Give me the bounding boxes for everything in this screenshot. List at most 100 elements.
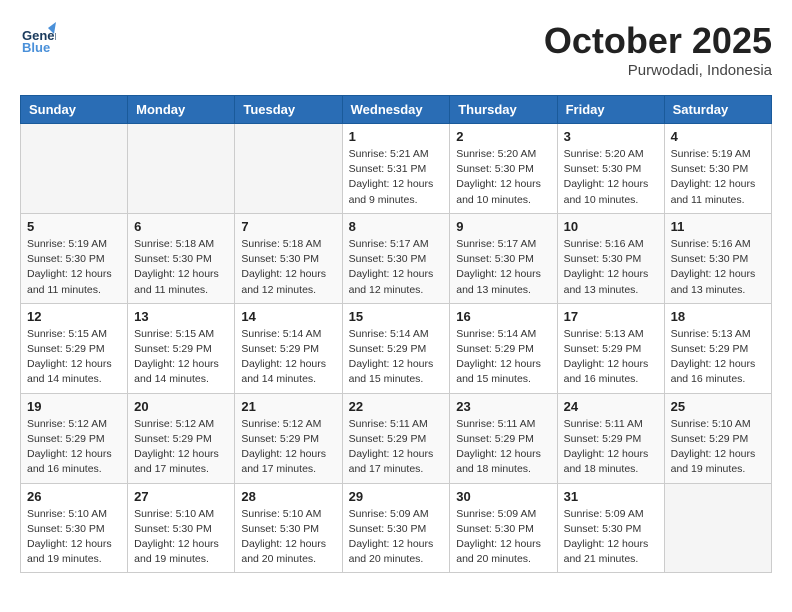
weekday-header-saturday: Saturday — [664, 96, 771, 124]
day-number: 5 — [27, 219, 121, 234]
location: Purwodadi, Indonesia — [544, 62, 772, 79]
weekday-header-wednesday: Wednesday — [342, 96, 450, 124]
day-number: 28 — [241, 489, 335, 504]
day-info: Sunrise: 5:11 AMSunset: 5:29 PMDaylight:… — [456, 417, 550, 478]
page-header: General Blue October 2025 Purwodadi, Ind… — [20, 20, 772, 79]
day-info: Sunrise: 5:19 AMSunset: 5:30 PMDaylight:… — [671, 147, 765, 208]
day-info: Sunrise: 5:13 AMSunset: 5:29 PMDaylight:… — [671, 327, 765, 388]
day-info: Sunrise: 5:21 AMSunset: 5:31 PMDaylight:… — [349, 147, 444, 208]
calendar-day-cell: 14 Sunrise: 5:14 AMSunset: 5:29 PMDayligh… — [235, 303, 342, 393]
day-info: Sunrise: 5:09 AMSunset: 5:30 PMDaylight:… — [456, 507, 550, 568]
day-info: Sunrise: 5:20 AMSunset: 5:30 PMDaylight:… — [456, 147, 550, 208]
calendar-day-cell: 7Sunrise: 5:18 AMSunset: 5:30 PMDaylight… — [235, 213, 342, 303]
day-number: 20 — [134, 399, 228, 414]
title-block: October 2025 Purwodadi, Indonesia — [544, 20, 772, 79]
calendar-day-cell: 27Sunrise: 5:10 AMSunset: 5:30 PMDayligh… — [128, 483, 235, 573]
logo-icon: General Blue — [20, 20, 56, 56]
day-info: Sunrise: 5:09 AMSunset: 5:30 PMDaylight:… — [564, 507, 658, 568]
day-info: Sunrise: 5:17 AMSunset: 5:30 PMDaylight:… — [349, 237, 444, 298]
calendar-day-cell: 30 Sunrise: 5:09 AMSunset: 5:30 PMDayligh… — [450, 483, 557, 573]
calendar-day-cell: 22 Sunrise: 5:11 AMSunset: 5:29 PMDayligh… — [342, 393, 450, 483]
day-number: 22 — [349, 399, 444, 414]
day-number: 21 — [241, 399, 335, 414]
calendar-week-row: 1 Sunrise: 5:21 AMSunset: 5:31 PMDaylight… — [21, 124, 772, 214]
day-info: Sunrise: 5:12 AMSunset: 5:29 PMDaylight:… — [241, 417, 335, 478]
weekday-header-monday: Monday — [128, 96, 235, 124]
day-info: Sunrise: 5:10 AMSunset: 5:30 PMDaylight:… — [241, 507, 335, 568]
calendar-week-row: 12 Sunrise: 5:15 AMSunset: 5:29 PMDayligh… — [21, 303, 772, 393]
calendar-day-cell: 13Sunrise: 5:15 AMSunset: 5:29 PMDayligh… — [128, 303, 235, 393]
calendar-day-cell — [21, 124, 128, 214]
weekday-header-row: SundayMondayTuesdayWednesdayThursdayFrid… — [21, 96, 772, 124]
calendar-week-row: 5Sunrise: 5:19 AMSunset: 5:30 PMDaylight… — [21, 213, 772, 303]
weekday-header-friday: Friday — [557, 96, 664, 124]
calendar-day-cell: 10Sunrise: 5:16 AMSunset: 5:30 PMDayligh… — [557, 213, 664, 303]
day-info: Sunrise: 5:14 AMSunset: 5:29 PMDaylight:… — [241, 327, 335, 388]
day-info: Sunrise: 5:11 AMSunset: 5:29 PMDaylight:… — [349, 417, 444, 478]
day-info: Sunrise: 5:18 AMSunset: 5:30 PMDaylight:… — [134, 237, 228, 298]
calendar-day-cell: 4 Sunrise: 5:19 AMSunset: 5:30 PMDaylight… — [664, 124, 771, 214]
calendar-day-cell: 28 Sunrise: 5:10 AMSunset: 5:30 PMDayligh… — [235, 483, 342, 573]
calendar-day-cell: 17Sunrise: 5:13 AMSunset: 5:29 PMDayligh… — [557, 303, 664, 393]
day-number: 4 — [671, 129, 765, 144]
calendar-week-row: 26 Sunrise: 5:10 AMSunset: 5:30 PMDayligh… — [21, 483, 772, 573]
calendar-day-cell: 5Sunrise: 5:19 AMSunset: 5:30 PMDaylight… — [21, 213, 128, 303]
calendar-day-cell: 3 Sunrise: 5:20 AMSunset: 5:30 PMDaylight… — [557, 124, 664, 214]
day-info: Sunrise: 5:13 AMSunset: 5:29 PMDaylight:… — [564, 327, 658, 388]
day-info: Sunrise: 5:15 AMSunset: 5:29 PMDaylight:… — [27, 327, 121, 388]
calendar-day-cell: 19Sunrise: 5:12 AMSunset: 5:29 PMDayligh… — [21, 393, 128, 483]
svg-text:Blue: Blue — [22, 40, 50, 55]
calendar-day-cell — [235, 124, 342, 214]
weekday-header-sunday: Sunday — [21, 96, 128, 124]
calendar-day-cell: 11Sunrise: 5:16 AMSunset: 5:30 PMDayligh… — [664, 213, 771, 303]
day-info: Sunrise: 5:16 AMSunset: 5:30 PMDaylight:… — [564, 237, 658, 298]
calendar-day-cell: 20 Sunrise: 5:12 AMSunset: 5:29 PMDayligh… — [128, 393, 235, 483]
day-number: 1 — [349, 129, 444, 144]
calendar-day-cell: 21 Sunrise: 5:12 AMSunset: 5:29 PMDayligh… — [235, 393, 342, 483]
calendar-day-cell: 26 Sunrise: 5:10 AMSunset: 5:30 PMDayligh… — [21, 483, 128, 573]
weekday-header-tuesday: Tuesday — [235, 96, 342, 124]
calendar-day-cell: 18 Sunrise: 5:13 AMSunset: 5:29 PMDayligh… — [664, 303, 771, 393]
day-number: 2 — [456, 129, 550, 144]
calendar-day-cell: 12 Sunrise: 5:15 AMSunset: 5:29 PMDayligh… — [21, 303, 128, 393]
day-number: 26 — [27, 489, 121, 504]
day-info: Sunrise: 5:20 AMSunset: 5:30 PMDaylight:… — [564, 147, 658, 208]
day-number: 31 — [564, 489, 658, 504]
day-number: 24 — [564, 399, 658, 414]
calendar-day-cell: 15 Sunrise: 5:14 AMSunset: 5:29 PMDayligh… — [342, 303, 450, 393]
day-number: 25 — [671, 399, 765, 414]
calendar-day-cell: 25Sunrise: 5:10 AMSunset: 5:29 PMDayligh… — [664, 393, 771, 483]
day-info: Sunrise: 5:12 AMSunset: 5:29 PMDaylight:… — [134, 417, 228, 478]
day-number: 12 — [27, 309, 121, 324]
day-info: Sunrise: 5:11 AMSunset: 5:29 PMDaylight:… — [564, 417, 658, 478]
day-info: Sunrise: 5:10 AMSunset: 5:30 PMDaylight:… — [27, 507, 121, 568]
day-info: Sunrise: 5:16 AMSunset: 5:30 PMDaylight:… — [671, 237, 765, 298]
calendar-day-cell — [128, 124, 235, 214]
calendar-day-cell: 16 Sunrise: 5:14 AMSunset: 5:29 PMDayligh… — [450, 303, 557, 393]
calendar-day-cell: 1 Sunrise: 5:21 AMSunset: 5:31 PMDaylight… — [342, 124, 450, 214]
logo: General Blue — [20, 20, 60, 56]
calendar-day-cell: 29Sunrise: 5:09 AMSunset: 5:30 PMDayligh… — [342, 483, 450, 573]
calendar-table: SundayMondayTuesdayWednesdayThursdayFrid… — [20, 95, 772, 573]
calendar-day-cell: 31 Sunrise: 5:09 AMSunset: 5:30 PMDayligh… — [557, 483, 664, 573]
day-number: 14 — [241, 309, 335, 324]
day-number: 27 — [134, 489, 228, 504]
day-info: Sunrise: 5:14 AMSunset: 5:29 PMDaylight:… — [349, 327, 444, 388]
day-number: 6 — [134, 219, 228, 234]
day-info: Sunrise: 5:17 AMSunset: 5:30 PMDaylight:… — [456, 237, 550, 298]
day-info: Sunrise: 5:14 AMSunset: 5:29 PMDaylight:… — [456, 327, 550, 388]
day-info: Sunrise: 5:12 AMSunset: 5:29 PMDaylight:… — [27, 417, 121, 478]
day-number: 29 — [349, 489, 444, 504]
calendar-day-cell: 23 Sunrise: 5:11 AMSunset: 5:29 PMDayligh… — [450, 393, 557, 483]
calendar-day-cell — [664, 483, 771, 573]
day-number: 3 — [564, 129, 658, 144]
day-number: 15 — [349, 309, 444, 324]
calendar-day-cell: 2 Sunrise: 5:20 AMSunset: 5:30 PMDaylight… — [450, 124, 557, 214]
day-number: 23 — [456, 399, 550, 414]
day-number: 18 — [671, 309, 765, 324]
day-number: 16 — [456, 309, 550, 324]
weekday-header-thursday: Thursday — [450, 96, 557, 124]
calendar-day-cell: 6 Sunrise: 5:18 AMSunset: 5:30 PMDaylight… — [128, 213, 235, 303]
day-info: Sunrise: 5:15 AMSunset: 5:29 PMDaylight:… — [134, 327, 228, 388]
day-number: 30 — [456, 489, 550, 504]
